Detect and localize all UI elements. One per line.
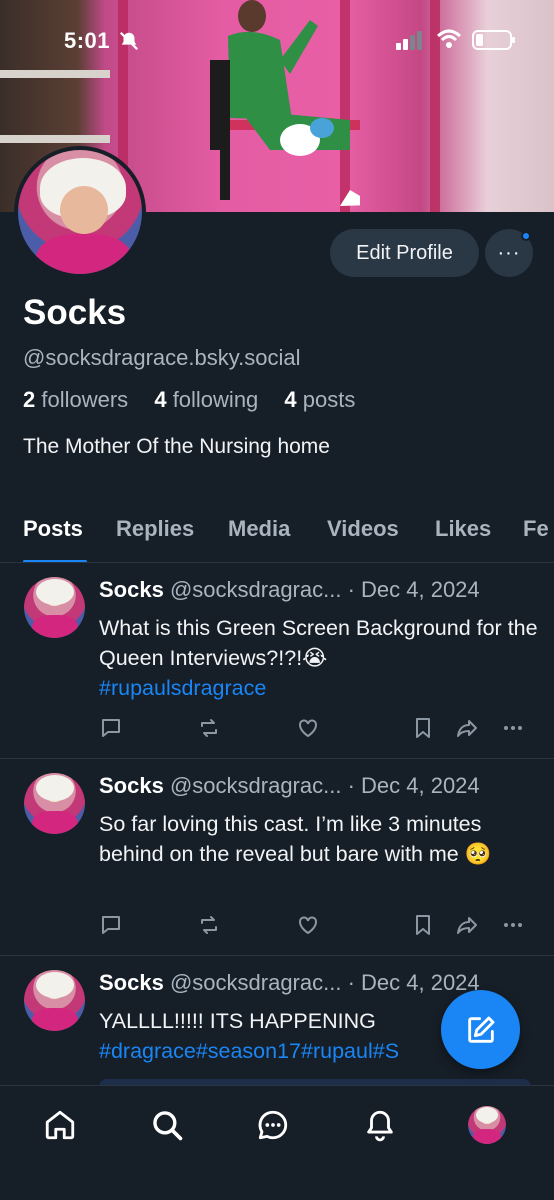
- edit-profile-button[interactable]: Edit Profile: [330, 229, 479, 277]
- tab-replies[interactable]: Replies: [116, 516, 194, 542]
- post-author[interactable]: Socks: [99, 773, 164, 798]
- silent-bell-icon: [119, 31, 139, 51]
- profile-avatar[interactable]: [14, 146, 146, 278]
- post-actions: [99, 716, 539, 742]
- following-count: 4: [154, 387, 167, 412]
- posts-count: 4: [284, 387, 297, 412]
- post-text: So far loving this cast. I’m like 3 minu…: [99, 809, 539, 869]
- feed-post[interactable]: Socks @socksdragrac... · Dec 4, 2024 Wha…: [0, 563, 554, 758]
- bell-icon[interactable]: [363, 1108, 397, 1142]
- compose-icon: [467, 1016, 494, 1043]
- profile-bio: The Mother Of the Nursing home: [23, 435, 330, 458]
- followers-count: 2: [23, 387, 36, 412]
- bottom-navigation: [0, 1085, 554, 1200]
- post-date: · Dec 4, 2024: [347, 970, 480, 995]
- tab-posts[interactable]: Posts: [23, 516, 83, 542]
- signal-icon: [396, 31, 422, 50]
- post-avatar[interactable]: [24, 577, 85, 638]
- reply-icon[interactable]: [99, 913, 123, 937]
- followers-label: followers: [41, 387, 129, 412]
- post-meta: Socks @socksdragrac... · Dec 4, 2024: [99, 970, 480, 996]
- profile-stats: 2 followers 4 following 4 posts: [23, 387, 375, 413]
- posts-label: posts: [302, 387, 356, 412]
- post-handle: @socksdragrac...: [169, 970, 342, 995]
- post-actions: [99, 913, 539, 939]
- like-icon[interactable]: [296, 913, 320, 937]
- status-bar: 5:01: [0, 0, 554, 80]
- reply-icon[interactable]: [99, 716, 123, 740]
- compose-button[interactable]: [441, 990, 520, 1069]
- repost-icon[interactable]: [197, 716, 221, 740]
- post-date: · Dec 4, 2024: [347, 577, 480, 602]
- tab-videos[interactable]: Videos: [327, 516, 399, 542]
- chat-icon[interactable]: [256, 1108, 290, 1142]
- more-options-button[interactable]: ···: [485, 229, 533, 277]
- post-body: YALLLL!!!!! ITS HAPPENING: [99, 1009, 376, 1033]
- followers-link[interactable]: 2 followers: [23, 387, 138, 412]
- following-label: following: [172, 387, 259, 412]
- post-body: So far loving this cast. I’m like 3 minu…: [99, 812, 492, 866]
- bookmark-icon[interactable]: [411, 913, 435, 937]
- wifi-icon: [436, 29, 462, 48]
- post-handle: @socksdragrac...: [169, 773, 342, 798]
- profile-name: Socks: [23, 293, 127, 332]
- post-more-icon[interactable]: [501, 913, 525, 937]
- bookmark-icon[interactable]: [411, 716, 435, 740]
- post-avatar[interactable]: [24, 970, 85, 1031]
- post-handle: @socksdragrac...: [169, 577, 342, 602]
- profile-handle: @socksdragrace.bsky.social: [23, 345, 301, 370]
- profile-nav-avatar[interactable]: [468, 1106, 506, 1144]
- tab-likes[interactable]: Likes: [435, 516, 491, 542]
- post-text: What is this Green Screen Background for…: [99, 613, 539, 703]
- profile-tabs: Posts Replies Media Videos Likes Fe: [0, 512, 554, 564]
- like-icon[interactable]: [296, 716, 320, 740]
- share-icon[interactable]: [455, 716, 479, 740]
- feed-post[interactable]: Socks @socksdragrac... · Dec 4, 2024 So …: [0, 759, 554, 955]
- repost-icon[interactable]: [197, 913, 221, 937]
- tab-feeds[interactable]: Fe: [523, 516, 549, 542]
- post-hashtags[interactable]: #rupaulsdragrace: [99, 676, 266, 700]
- post-meta: Socks @socksdragrac... · Dec 4, 2024: [99, 577, 480, 603]
- share-icon[interactable]: [455, 913, 479, 937]
- tab-media[interactable]: Media: [228, 516, 290, 542]
- post-date: · Dec 4, 2024: [347, 773, 480, 798]
- post-avatar[interactable]: [24, 773, 85, 834]
- posts-stat: 4 posts: [284, 387, 365, 412]
- post-meta: Socks @socksdragrac... · Dec 4, 2024: [99, 773, 480, 799]
- post-author[interactable]: Socks: [99, 970, 164, 995]
- post-author[interactable]: Socks: [99, 577, 164, 602]
- battery-icon: [472, 30, 515, 50]
- post-body: What is this Green Screen Background for…: [99, 616, 538, 670]
- notification-dot: [521, 231, 531, 241]
- search-icon[interactable]: [150, 1108, 184, 1142]
- post-more-icon[interactable]: [501, 716, 525, 740]
- ellipsis-icon: ···: [497, 241, 521, 264]
- post-hashtags[interactable]: #dragrace#season17#rupaul#S: [99, 1039, 399, 1063]
- status-time: 5:01: [64, 28, 111, 53]
- following-link[interactable]: 4 following: [154, 387, 268, 412]
- home-icon[interactable]: [43, 1108, 77, 1142]
